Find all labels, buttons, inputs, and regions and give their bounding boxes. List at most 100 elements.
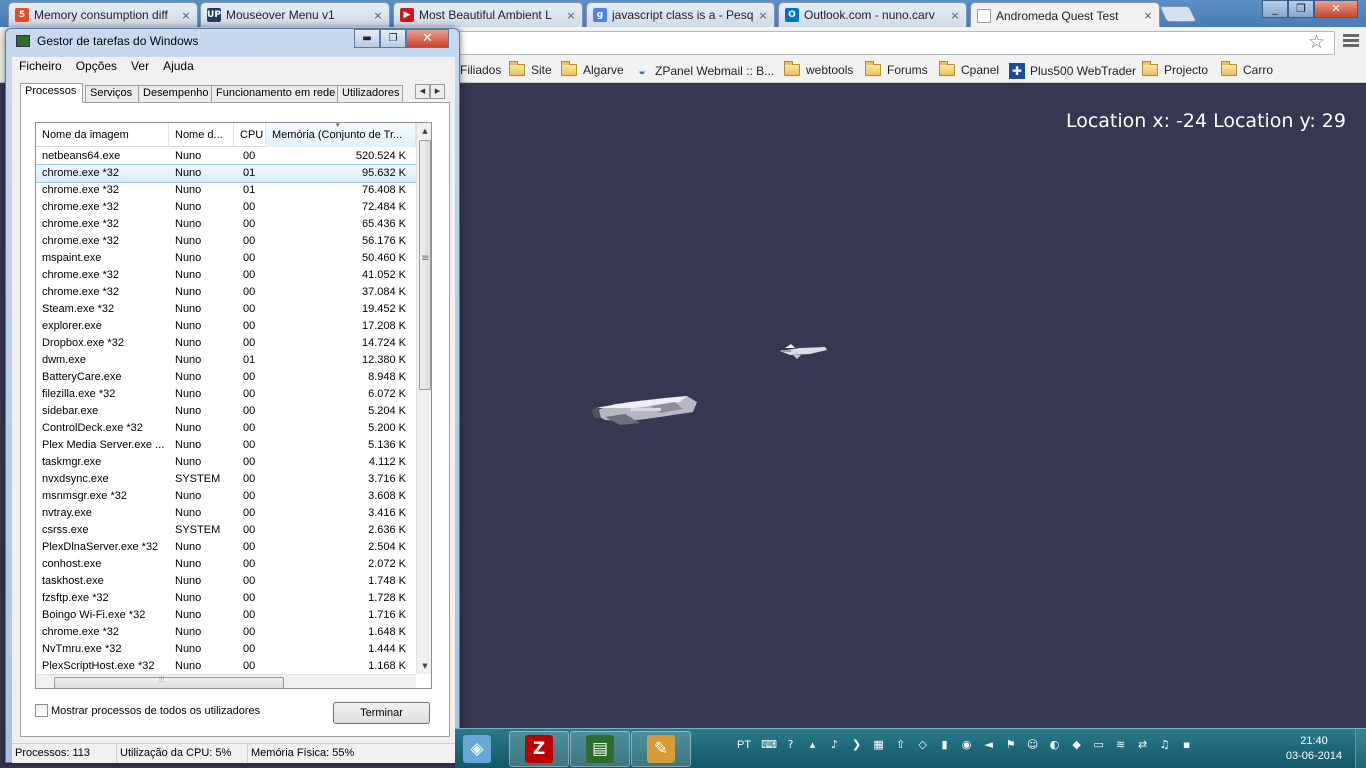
tab-scroll-right-icon[interactable]: ▶ <box>430 84 445 99</box>
tab-close-icon[interactable]: × <box>566 9 576 22</box>
tab-close-icon[interactable]: × <box>758 9 768 22</box>
scroll-up-icon[interactable]: ▲ <box>417 123 431 139</box>
table-row[interactable]: ControlDeck.exe *32 Nuno 00 5.200 K <box>36 420 416 437</box>
tray-expand-icon[interactable]: ▴ <box>805 737 820 752</box>
chrome-menu-icon[interactable] <box>1343 34 1359 49</box>
tab-close-icon[interactable]: × <box>373 9 383 22</box>
taskbar-app-taskmgr[interactable]: ▤ <box>570 731 630 767</box>
bookmark-item[interactable]: Algarve <box>561 61 624 77</box>
table-row[interactable]: NvTmru.exe *32 Nuno 00 1.444 K <box>36 641 416 658</box>
table-row[interactable]: Dropbox.exe *32 Nuno 00 14.724 K <box>36 335 416 352</box>
table-row[interactable]: nvtray.exe Nuno 00 3.416 K <box>36 505 416 522</box>
table-row[interactable]: conhost.exe Nuno 00 2.072 K <box>36 556 416 573</box>
bookmark-star-icon[interactable]: ☆ <box>1308 31 1325 53</box>
power-icon[interactable]: ▪ <box>1179 737 1194 752</box>
browser-tab[interactable]: g javascript class is a - Pesq × <box>586 2 775 27</box>
scroll-down-icon[interactable]: ▼ <box>417 658 431 674</box>
battery-icon[interactable]: ▮ <box>937 737 952 752</box>
volume-icon[interactable]: ♫ <box>1157 737 1172 752</box>
bookmark-item[interactable]: Site <box>509 61 552 77</box>
table-row[interactable]: Boingo Wi-Fi.exe *32 Nuno 00 1.716 K <box>36 607 416 624</box>
upload-icon[interactable]: ⇧ <box>893 737 908 752</box>
table-row[interactable]: chrome.exe *32 Nuno 00 1.648 K <box>36 624 416 641</box>
flag-icon[interactable]: ⚑ <box>1003 737 1018 752</box>
menu-item[interactable]: Ver <box>124 57 156 75</box>
bookmark-item[interactable]: Forums <box>865 61 928 77</box>
taskbar-app-paint[interactable]: ✎ <box>631 731 691 767</box>
new-tab-button[interactable] <box>1159 6 1197 22</box>
taskbar-app-filezilla[interactable]: Z <box>509 731 569 767</box>
language-indicator[interactable]: PT <box>737 739 751 751</box>
table-row[interactable]: Plex Media Server.exe ... Nuno 00 5.136 K <box>36 437 416 454</box>
table-row[interactable]: explorer.exe Nuno 00 17.208 K <box>36 318 416 335</box>
wifi-icon[interactable]: ≋ <box>1113 737 1128 752</box>
tab-close-icon[interactable]: × <box>950 9 960 22</box>
input-method-icon[interactable]: ⌨ <box>761 737 777 752</box>
grid-icon[interactable]: ▦ <box>871 737 886 752</box>
column-image-name[interactable]: Nome da imagem <box>36 123 169 147</box>
bookmark-item[interactable]: ✚ Plus500 WebTrader <box>1009 63 1136 79</box>
table-row[interactable]: filezilla.exe *32 Nuno 00 6.072 K <box>36 386 416 403</box>
table-row[interactable]: chrome.exe *32 Nuno 00 56.176 K <box>36 233 416 250</box>
speaker-icon[interactable]: ◄ <box>981 737 996 752</box>
table-row[interactable]: csrss.exe SYSTEM 00 2.636 K <box>36 522 416 539</box>
table-row[interactable]: PlexDlnaServer.exe *32 Nuno 00 2.504 K <box>36 539 416 556</box>
process-list[interactable]: Nome da imagem Nome d... CPU Memória (Co… <box>35 122 432 689</box>
table-row[interactable]: dwm.exe Nuno 01 12.380 K <box>36 352 416 369</box>
taskbar-clock[interactable]: 21:40 03-06-2014 <box>1279 734 1349 764</box>
bookmark-item[interactable]: Projecto <box>1142 61 1208 77</box>
bell-icon[interactable]: ♪ <box>827 737 842 752</box>
taskbar-app-virtualbox[interactable]: ◈ <box>455 731 499 767</box>
tm-close-button[interactable]: ✕ <box>406 29 449 48</box>
show-all-processes-checkbox[interactable]: Mostrar processos de todos os utilizador… <box>35 704 260 717</box>
table-row[interactable]: mspaint.exe Nuno 00 50.460 K <box>36 250 416 267</box>
address-bar[interactable] <box>455 31 1335 55</box>
column-memory[interactable]: Memória (Conjunto de Tr... <box>266 123 416 147</box>
browser-tab[interactable]: O Outlook.com - nuno.carv × <box>778 2 967 27</box>
maximize-button[interactable]: ❐ <box>1288 0 1314 18</box>
bookmark-item[interactable]: Cpanel <box>939 61 999 77</box>
plex-icon[interactable]: ❯ <box>849 737 864 752</box>
table-row[interactable]: fzsftp.exe *32 Nuno 00 1.728 K <box>36 590 416 607</box>
table-row[interactable]: chrome.exe *32 Nuno 00 41.052 K <box>36 267 416 284</box>
table-row[interactable]: chrome.exe *32 Nuno 01 95.632 K <box>36 164 417 183</box>
browser-tab[interactable]: ▶ Most Beautiful Ambient L × <box>393 2 583 27</box>
tm-tab[interactable]: Utilizadores <box>337 85 403 102</box>
tm-tab[interactable]: Funcionamento em rede <box>211 85 338 102</box>
dropbox-icon[interactable]: ◇ <box>915 737 930 752</box>
table-row[interactable]: msnmsgr.exe *32 Nuno 00 3.608 K <box>36 488 416 505</box>
tab-close-icon[interactable]: × <box>1143 9 1153 22</box>
menu-item[interactable]: Ajuda <box>156 57 201 75</box>
table-row[interactable]: netbeans64.exe Nuno 00 520.524 K <box>36 148 416 165</box>
horizontal-scrollbar[interactable] <box>36 674 416 688</box>
vertical-scroll-thumb[interactable] <box>419 140 431 390</box>
table-row[interactable]: chrome.exe *32 Nuno 00 37.084 K <box>36 284 416 301</box>
bookmark-item[interactable]: webtools <box>784 61 853 77</box>
table-row[interactable]: chrome.exe *32 Nuno 00 72.484 K <box>36 199 416 216</box>
tm-tab[interactable]: Desempenho <box>138 85 212 102</box>
help-icon[interactable]: ? <box>783 737 798 752</box>
bookmark-item[interactable]: Carro <box>1221 61 1273 77</box>
table-row[interactable]: Steam.exe *32 Nuno 00 19.452 K <box>36 301 416 318</box>
tab-close-icon[interactable]: × <box>181 9 191 22</box>
bookmark-item[interactable]: ◒ ZPanel Webmail :: B... <box>634 63 774 79</box>
table-row[interactable]: chrome.exe *32 Nuno 00 65.436 K <box>36 216 416 233</box>
menu-item[interactable]: Opções <box>69 57 124 75</box>
show-desktop-button[interactable] <box>1355 729 1366 768</box>
network-icon[interactable]: ⇄ <box>1135 737 1150 752</box>
tm-minimize-button[interactable]: ▬ <box>354 29 380 48</box>
table-row[interactable]: chrome.exe *32 Nuno 01 76.408 K <box>36 182 416 199</box>
game-canvas[interactable]: Location x: -24 Location y: 29 <box>455 84 1366 728</box>
tm-tab[interactable]: Processos <box>20 83 83 103</box>
browser-tab[interactable]: 5 Memory consumption diff × <box>8 2 198 27</box>
nvidia-icon[interactable]: ◆ <box>1069 737 1084 752</box>
browser-tab[interactable]: Andromeda Quest Test × <box>970 2 1160 28</box>
bookmark-item[interactable]: Filiados <box>460 63 501 77</box>
tm-tab[interactable]: Serviços <box>85 85 139 102</box>
table-row[interactable]: nvxdsync.exe SYSTEM 00 3.716 K <box>36 471 416 488</box>
browser-tab[interactable]: UP Mouseover Menu v1 × <box>200 2 390 27</box>
column-cpu[interactable]: CPU <box>234 123 266 147</box>
steam-icon[interactable]: ◉ <box>959 737 974 752</box>
table-row[interactable]: BatteryCare.exe Nuno 00 8.948 K <box>36 369 416 386</box>
table-row[interactable]: PlexScriptHost.exe *32 Nuno 00 1.168 K <box>36 658 416 675</box>
